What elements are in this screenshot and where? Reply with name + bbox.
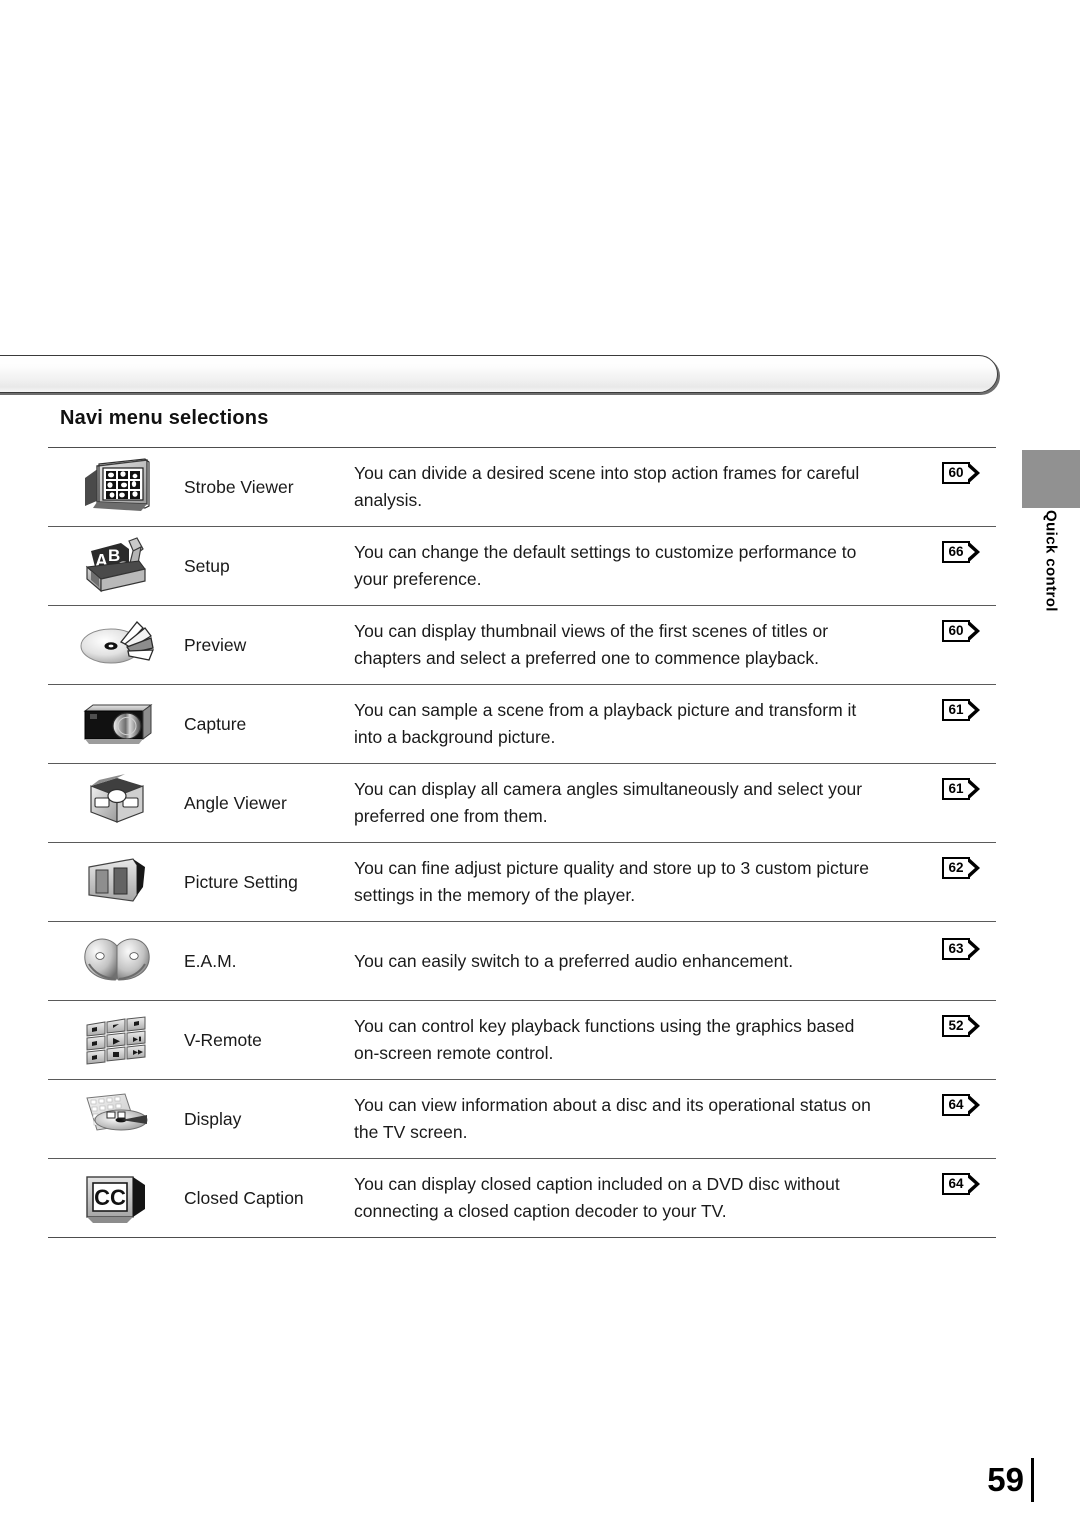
badge-page-number: 60 xyxy=(948,623,964,639)
table-row[interactable]: CC Closed Caption You can display closed… xyxy=(48,1159,996,1237)
description-line: You can display closed caption included … xyxy=(354,1174,840,1194)
description-line: preferred one from them. xyxy=(354,806,548,826)
menu-item-label: Capture xyxy=(184,713,247,734)
v-remote-keypad-icon xyxy=(48,1001,182,1079)
picture-setting-icon xyxy=(48,843,182,921)
side-tab-label-wrap: Quick control xyxy=(1022,510,1080,670)
menu-item-description: You can fine adjust picture quality and … xyxy=(354,843,926,921)
menu-item-description: You can display all camera angles simult… xyxy=(354,764,926,842)
description-line: chapters and select a preferred one to c… xyxy=(354,648,819,668)
menu-item-description: You can display thumbnail views of the f… xyxy=(354,606,926,684)
table-row[interactable]: Capture You can sample a scene from a pl… xyxy=(48,685,996,763)
page-title: Navi menu selections xyxy=(60,407,269,429)
page-reference-badge[interactable]: 61 xyxy=(942,699,980,721)
display-info-disc-icon xyxy=(48,1080,182,1158)
menu-item-label: Preview xyxy=(184,634,247,655)
table-row[interactable]: Picture Setting You can fine adjust pict… xyxy=(48,843,996,921)
description-line: You can fine adjust picture quality and … xyxy=(354,858,869,878)
table-row[interactable]: Strobe Viewer You can divide a desired s… xyxy=(48,448,996,526)
navi-menu-table: Strobe Viewer You can divide a desired s… xyxy=(48,447,996,1238)
description-line: your preference. xyxy=(354,569,482,589)
menu-item-description: You can view information about a disc an… xyxy=(354,1080,926,1158)
page-reference-badge[interactable]: 60 xyxy=(942,620,980,642)
page-reference-badge[interactable]: 63 xyxy=(942,938,980,960)
badge-page-number: 63 xyxy=(948,941,964,957)
description-line: You can display thumbnail views of the f… xyxy=(354,621,829,641)
menu-item-label: Setup xyxy=(184,555,230,576)
capture-camera-icon xyxy=(48,685,182,763)
page-reference-cell: 64 xyxy=(926,1080,996,1158)
table-row[interactable]: A B C Setup You can change the default s… xyxy=(48,527,996,605)
eam-audio-icon xyxy=(48,922,182,1000)
angle-viewer-cube-icon xyxy=(48,764,182,842)
badge-page-number: 52 xyxy=(948,1018,964,1034)
page-reference-cell: 52 xyxy=(926,1001,996,1079)
menu-item-label: Strobe Viewer xyxy=(184,476,294,497)
page-reference-cell: 61 xyxy=(926,685,996,763)
page-reference-cell: 61 xyxy=(926,764,996,842)
menu-item-label: E.A.M. xyxy=(184,950,237,971)
badge-page-number: 61 xyxy=(948,781,964,797)
description-line: You can sample a scene from a playback p… xyxy=(354,700,857,720)
preview-disc-icon xyxy=(48,606,182,684)
page-reference-cell: 60 xyxy=(926,448,996,526)
description-line: You can control key playback functions u… xyxy=(354,1016,855,1036)
strobe-viewer-icon xyxy=(48,448,182,526)
description-line: into a background picture. xyxy=(354,727,556,747)
table-row[interactable]: Display You can view information about a… xyxy=(48,1080,996,1158)
menu-item-label: V-Remote xyxy=(184,1029,262,1050)
badge-page-number: 64 xyxy=(948,1097,964,1113)
description-line: the TV screen. xyxy=(354,1122,468,1142)
description-line: You can change the default settings to c… xyxy=(354,542,857,562)
menu-item-label: Picture Setting xyxy=(184,871,298,892)
badge-page-number: 61 xyxy=(948,702,964,718)
page-reference-badge[interactable]: 60 xyxy=(942,462,980,484)
page-reference-cell: 66 xyxy=(926,527,996,605)
description-line: settings in the memory of the player. xyxy=(354,885,636,905)
menu-item-description: You can change the default settings to c… xyxy=(354,527,926,605)
page-reference-badge[interactable]: 64 xyxy=(942,1173,980,1195)
menu-item-description: You can display closed caption included … xyxy=(354,1159,926,1237)
menu-item-description: You can control key playback functions u… xyxy=(354,1001,926,1079)
page-reference-badge[interactable]: 52 xyxy=(942,1015,980,1037)
page-reference-badge[interactable]: 61 xyxy=(942,778,980,800)
menu-item-description: You can easily switch to a preferred aud… xyxy=(354,922,926,1000)
menu-item-label: Angle Viewer xyxy=(184,792,287,813)
footer-page-number: 59 xyxy=(987,1461,1024,1498)
page-reference-badge[interactable]: 64 xyxy=(942,1094,980,1116)
side-tab-label: Quick control xyxy=(1042,510,1060,612)
setup-toolbox-icon: A B C xyxy=(48,527,182,605)
description-line: on-screen remote control. xyxy=(354,1043,554,1063)
badge-page-number: 60 xyxy=(948,465,964,481)
page-reference-badge[interactable]: 66 xyxy=(942,541,980,563)
page-reference-badge[interactable]: 62 xyxy=(942,857,980,879)
table-row[interactable]: Preview You can display thumbnail views … xyxy=(48,606,996,684)
badge-page-number: 64 xyxy=(948,1176,964,1192)
badge-page-number: 66 xyxy=(948,544,964,560)
menu-item-description: You can divide a desired scene into stop… xyxy=(354,448,926,526)
closed-caption-tv-icon: CC xyxy=(48,1159,182,1237)
page-reference-cell: 62 xyxy=(926,843,996,921)
side-tab-marker xyxy=(1022,450,1080,508)
page-reference-cell: 63 xyxy=(926,922,996,1000)
page-reference-cell: 64 xyxy=(926,1159,996,1237)
table-rule xyxy=(48,1237,996,1238)
description-line: connecting a closed caption decoder to y… xyxy=(354,1201,727,1221)
description-line: You can display all camera angles simult… xyxy=(354,779,863,799)
table-row[interactable]: Angle Viewer You can display all camera … xyxy=(48,764,996,842)
page-reference-cell: 60 xyxy=(926,606,996,684)
header-decorative-bar xyxy=(0,355,998,393)
menu-item-label: Closed Caption xyxy=(184,1187,304,1208)
table-row[interactable]: E.A.M. You can easily switch to a prefer… xyxy=(48,922,996,1000)
table-row[interactable]: V-Remote You can control key playback fu… xyxy=(48,1001,996,1079)
description-line: You can divide a desired scene into stop… xyxy=(354,463,860,483)
description-line: analysis. xyxy=(354,490,423,510)
footer-rule xyxy=(1031,1458,1034,1502)
svg-text:CC: CC xyxy=(94,1185,126,1210)
badge-page-number: 62 xyxy=(948,860,964,876)
description-line: You can easily switch to a preferred aud… xyxy=(354,950,794,971)
menu-item-label: Display xyxy=(184,1108,242,1129)
description-line: You can view information about a disc an… xyxy=(354,1095,871,1115)
menu-item-description: You can sample a scene from a playback p… xyxy=(354,685,926,763)
